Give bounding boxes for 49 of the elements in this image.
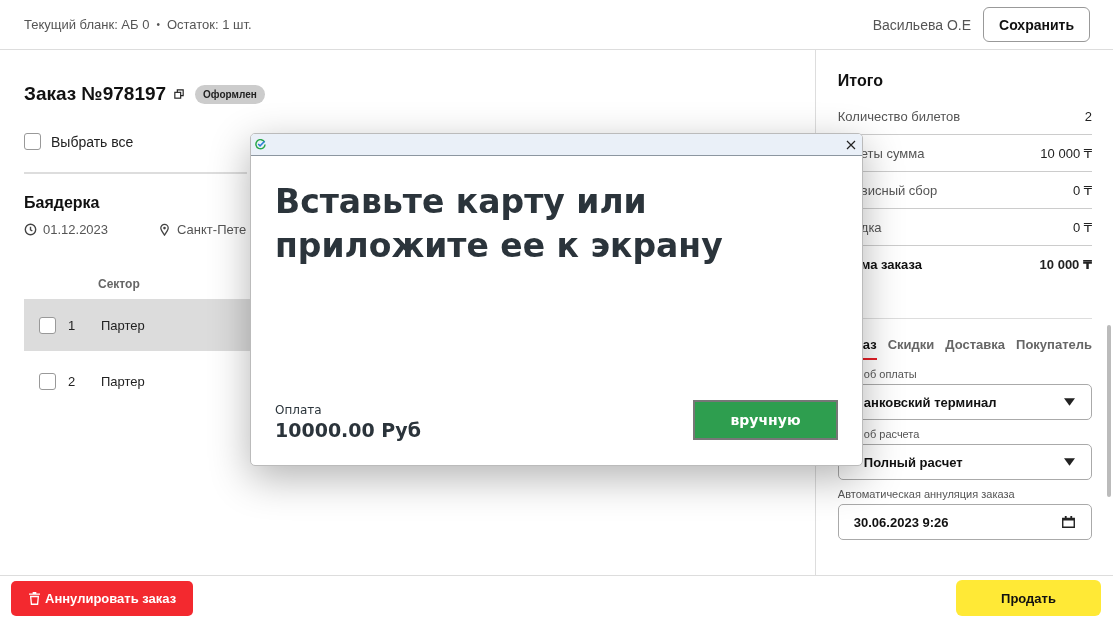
field-label: Автоматическая аннуляция заказа <box>837 488 1016 500</box>
summary-label: Количество билетов <box>837 108 961 124</box>
summary-value: 10 000 ₸ <box>1039 256 1092 272</box>
save-button[interactable]: Сохранить <box>983 7 1090 42</box>
field-label: об оплаты <box>862 368 918 380</box>
tab[interactable]: Покупатель <box>1016 337 1092 360</box>
scrollbar[interactable] <box>1107 325 1111 497</box>
event-date: 01.12.2023 <box>43 222 109 237</box>
payment-label: Оплата <box>275 403 323 417</box>
summary-value: 10 000 ₸ <box>1040 145 1092 161</box>
cancel-order-button[interactable]: Аннулировать заказ <box>11 580 194 616</box>
blank-info: Текущий бланк: АБ 0 <box>24 17 150 32</box>
field-label: об расчета <box>862 428 921 440</box>
sector-cell: Партер <box>101 317 145 333</box>
status-badge: Оформлен <box>195 84 265 104</box>
select-all-label: Выбрать все <box>51 133 134 150</box>
summary-value: 0 ₸ <box>1072 219 1092 235</box>
check-circle-icon <box>255 139 266 150</box>
user-name: Васильева О.Е <box>872 16 972 33</box>
dialog-message: Вставьте карту или приложите ее к экрану <box>275 181 724 267</box>
row-number: 1 <box>68 317 77 333</box>
table-row[interactable]: 2 Партер <box>24 355 255 407</box>
caret-icon <box>1064 398 1075 406</box>
event-venue: Санкт-Пете <box>177 222 247 237</box>
event-title: Баядерка <box>24 194 100 212</box>
trash-icon <box>29 591 40 605</box>
separator-dot: • <box>156 19 160 30</box>
row-number: 2 <box>68 373 77 389</box>
date-field[interactable]: 30.06.2023 9:26 <box>837 504 1092 540</box>
caret-icon <box>1064 458 1075 466</box>
row-checkbox[interactable] <box>39 316 56 334</box>
summary-value: 2 <box>1084 108 1092 124</box>
summary-value: 0 ₸ <box>1072 182 1092 198</box>
row-checkbox[interactable] <box>39 372 56 390</box>
tab[interactable]: Скидки <box>887 337 935 360</box>
column-header: Сектор <box>98 277 140 291</box>
clock-icon <box>24 223 37 236</box>
copy-icon[interactable] <box>174 89 185 99</box>
close-icon[interactable] <box>846 139 856 150</box>
summary-title: Итого <box>837 72 884 90</box>
payment-amount: 10000.00 Руб <box>275 419 421 441</box>
tab[interactable]: Доставка <box>945 337 1006 360</box>
select-all-checkbox[interactable] <box>24 133 41 150</box>
order-title: Заказ №978197 <box>24 83 167 105</box>
sector-cell: Партер <box>101 373 145 389</box>
calendar-icon <box>1062 516 1075 528</box>
location-pin-icon <box>158 223 172 236</box>
remaining-count: Остаток: 1 шт. <box>166 17 252 32</box>
sell-button[interactable]: Продать <box>956 580 1101 616</box>
